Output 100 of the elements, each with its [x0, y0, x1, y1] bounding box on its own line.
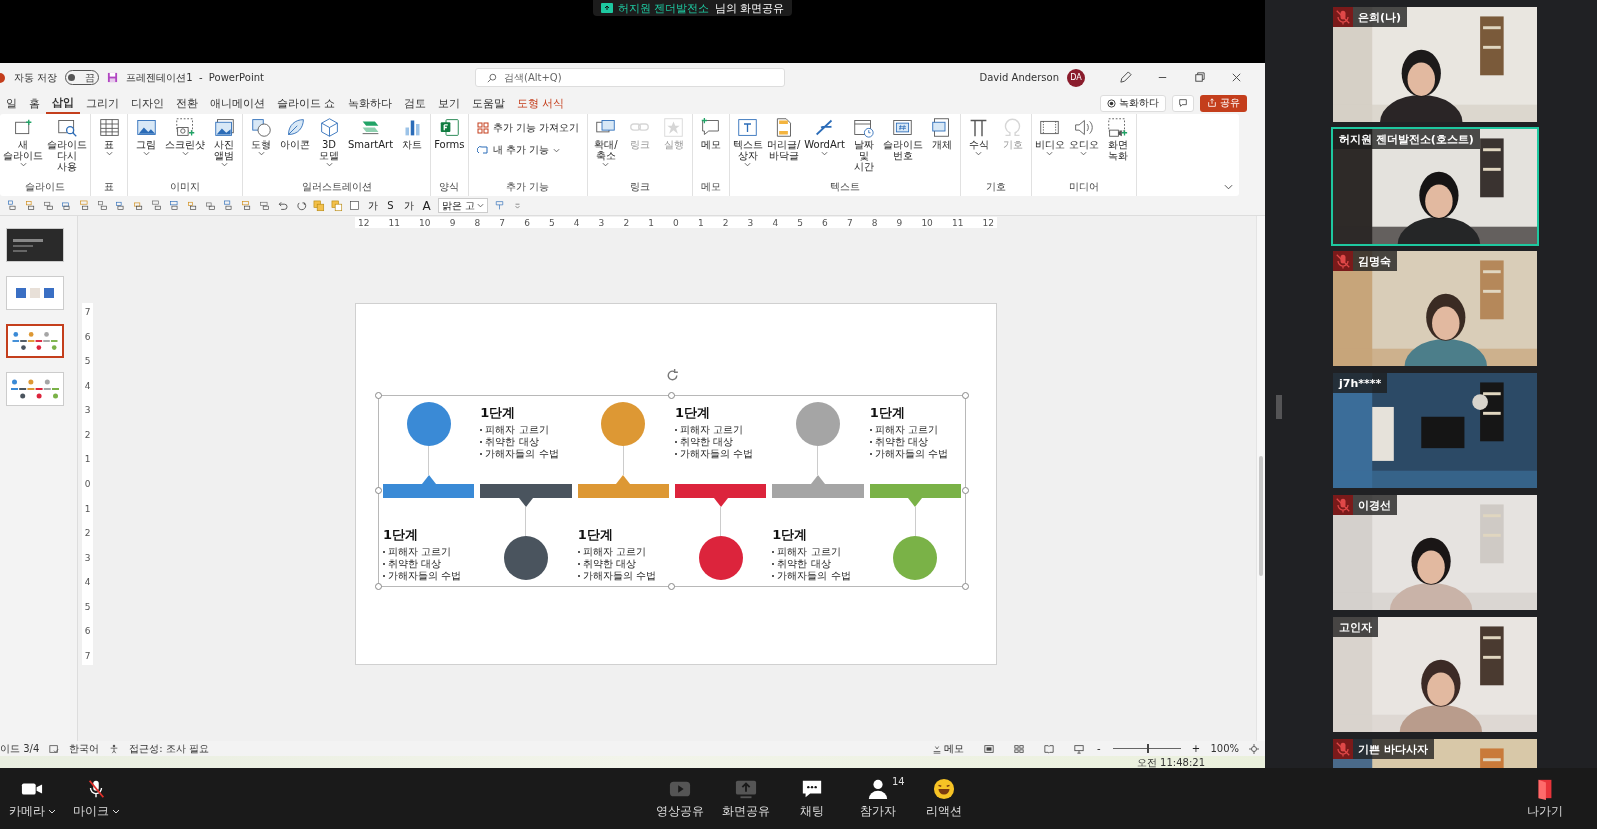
resize-handle[interactable] — [668, 583, 675, 590]
collapse-ribbon-icon[interactable] — [1224, 184, 1233, 190]
ribbon-tab[interactable]: 보기 — [431, 93, 466, 113]
ribbon-tab[interactable]: 슬라이드 쇼 — [271, 93, 342, 113]
front-tool-icon[interactable] — [312, 199, 325, 212]
record-button[interactable]: 녹화하다 — [1100, 94, 1166, 112]
slide-thumbnail[interactable] — [6, 324, 64, 358]
accessibility-icon[interactable] — [109, 743, 120, 754]
fit-slide-icon[interactable] — [1249, 743, 1259, 754]
video-tile[interactable]: 이경선 — [1331, 493, 1539, 612]
ribbon-tab[interactable]: 검토 — [397, 93, 432, 113]
pen-icon[interactable] — [1119, 71, 1132, 84]
splitter-handle[interactable] — [1276, 395, 1282, 419]
language-status[interactable]: 한국어 — [69, 741, 100, 756]
ribbon-button[interactable]: 추가 기능 가져오기 — [476, 121, 579, 135]
ribbon-button[interactable]: SmartArt — [347, 117, 395, 180]
undo-tool-icon[interactable] — [276, 199, 289, 212]
scrollbar[interactable] — [1256, 216, 1265, 741]
ribbon-button[interactable]: 도형 — [245, 117, 277, 180]
font-color-button[interactable]: A — [420, 198, 433, 213]
toolbar-button[interactable]: 화면공유 — [714, 777, 778, 820]
ribbon-tab[interactable]: 디자인 — [125, 93, 170, 113]
ribbon-button[interactable]: 개체 — [925, 117, 958, 180]
text-shadow-button[interactable]: S — [384, 200, 397, 211]
mic-button[interactable]: 마이크 — [64, 777, 128, 820]
ribbon-button[interactable]: 슬라이드 다시 사용 — [46, 117, 88, 180]
ribbon-button[interactable]: 머리글/바닥글 — [765, 117, 802, 180]
ribbon-tab[interactable]: 그리기 — [80, 93, 125, 113]
close-icon[interactable] — [1230, 71, 1243, 84]
resize-handle[interactable] — [668, 392, 675, 399]
ribbon-tab[interactable]: 전환 — [170, 93, 204, 113]
ribbon-button[interactable]: 3D 모델 — [313, 117, 345, 180]
notes-button[interactable]: 메모 — [932, 741, 965, 756]
toolbar-button[interactable]: 채팅 — [780, 777, 844, 820]
ribbon-button[interactable]: 그림 — [130, 117, 162, 180]
share-button[interactable]: 공유 — [1200, 94, 1247, 112]
reading-view-icon[interactable] — [1044, 743, 1055, 754]
ribbon-button[interactable]: 날짜 및 시간 — [847, 117, 880, 180]
comments-button[interactable] — [1172, 94, 1194, 112]
bold-button[interactable]: 가 — [366, 198, 379, 213]
video-tile[interactable]: j7h**** — [1331, 371, 1539, 490]
resize-handle[interactable] — [375, 392, 382, 399]
resize-handle[interactable] — [375, 583, 382, 590]
sorter-view-icon[interactable] — [1014, 743, 1025, 754]
zoom-thumb[interactable] — [1147, 744, 1150, 753]
resize-handle[interactable] — [962, 392, 969, 399]
ribbon-tab[interactable]: 애니메이션 — [204, 93, 271, 113]
rotate-handle-icon[interactable] — [665, 368, 680, 383]
save-icon[interactable] — [107, 72, 119, 83]
normal-view-icon[interactable] — [984, 743, 995, 754]
ribbon-button[interactable]: 슬라이드 번호 — [881, 117, 924, 180]
ribbon-button[interactable]: 새 슬라이드 — [2, 117, 44, 180]
user-avatar[interactable]: DA — [1067, 68, 1085, 87]
ribbon-tab[interactable]: 홈 — [23, 93, 46, 113]
back-tool-icon[interactable] — [330, 199, 343, 212]
toolbar-button[interactable]: 영상공유 — [648, 777, 712, 820]
video-tile[interactable]: 허지원 젠더발전소(호스트) — [1331, 127, 1539, 246]
ribbon-button[interactable]: WordArt — [803, 117, 846, 180]
restore-icon[interactable] — [1193, 71, 1206, 84]
ribbon-button[interactable]: 사진 앨범 — [208, 117, 240, 180]
resize-handle[interactable] — [962, 487, 969, 494]
resize-handle[interactable] — [962, 583, 969, 590]
spellcheck-icon[interactable] — [49, 743, 60, 754]
ribbon-button[interactable]: 표 — [93, 117, 125, 180]
video-tile[interactable]: 기쁜 바다사자 — [1331, 737, 1539, 768]
ribbon-tab[interactable]: 도형 서식 — [510, 93, 570, 113]
zoom-percent[interactable]: 100% — [1210, 743, 1239, 754]
font-name-field[interactable]: 맑은 고 — [438, 198, 489, 213]
ribbon-tab[interactable]: 도움말 — [465, 93, 511, 113]
ribbon-button[interactable]: 텍스트 상자 — [731, 117, 764, 180]
ribbon-button[interactable]: 메모 — [694, 117, 727, 180]
search-field[interactable]: 검색(Alt+Q) — [475, 68, 785, 87]
redo-tool-icon[interactable] — [294, 199, 307, 212]
video-tile[interactable]: 은희(나) — [1331, 5, 1539, 124]
ribbon-button[interactable]: 스크린샷 — [164, 117, 206, 180]
ribbon-button[interactable]: 내 추가 기능 — [476, 143, 579, 157]
ribbon-button[interactable]: 아이콘 — [279, 117, 311, 180]
leave-button[interactable]: 나가기 — [1513, 777, 1577, 820]
camera-button[interactable]: 카메라 — [0, 777, 64, 820]
ribbon-button[interactable]: 확대/축소 — [589, 117, 622, 180]
video-tile[interactable]: 김명숙 — [1331, 249, 1539, 368]
ribbon-button[interactable]: Forms — [433, 117, 466, 180]
ribbon-button[interactable]: 오디오 — [1067, 117, 1100, 180]
ribbon-button[interactable]: 차트 — [396, 117, 429, 180]
border-tool-icon[interactable] — [348, 199, 361, 212]
resize-handle[interactable] — [375, 487, 382, 494]
accessibility-status[interactable]: 접근성: 조사 필요 — [129, 741, 209, 756]
zoom-out-button[interactable]: - — [1094, 743, 1104, 754]
app-icon[interactable] — [0, 72, 6, 83]
toolbar-button[interactable]: 14 참가자 — [846, 777, 910, 820]
video-tile[interactable]: 고인자 — [1331, 615, 1539, 734]
ribbon-tab[interactable]: 녹화하다 — [341, 93, 398, 113]
font-size-button[interactable]: 가 — [402, 198, 415, 213]
zoom-in-button[interactable]: + — [1191, 743, 1201, 754]
ribbon-tab[interactable]: 일 — [0, 93, 23, 113]
ribbon-button[interactable]: 비디오 — [1033, 117, 1066, 180]
ribbon-button[interactable]: 화면 녹화 — [1101, 117, 1134, 180]
slideshow-icon[interactable] — [1074, 743, 1085, 754]
toolbar-button[interactable]: 리액션 — [912, 777, 976, 820]
ribbon-button[interactable]: 수식 — [962, 117, 995, 180]
